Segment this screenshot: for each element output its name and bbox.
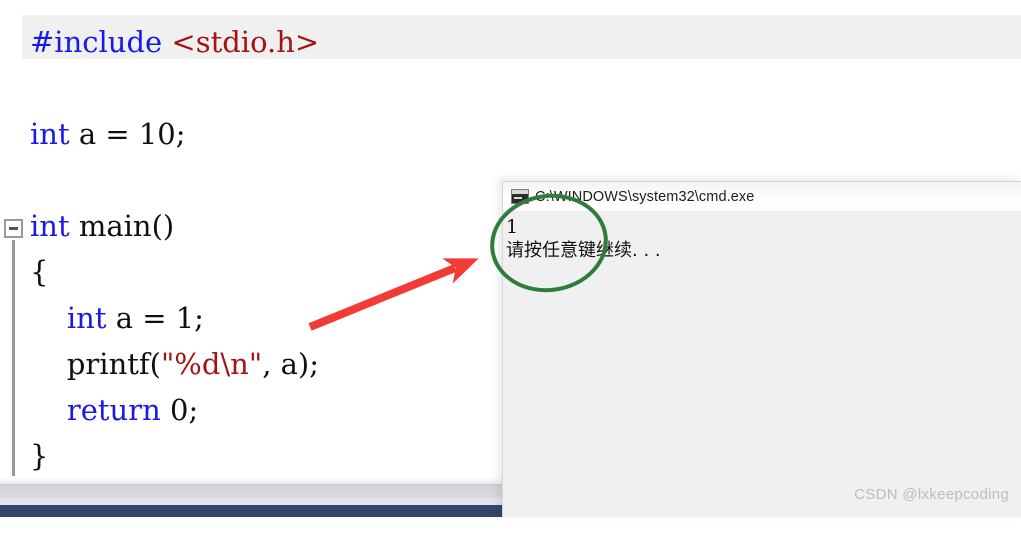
code-line-include[interactable]: #include <stdio.h> bbox=[30, 19, 319, 65]
code-token-line-local-a-0 bbox=[30, 301, 67, 335]
code-token-line-return-2: 0; bbox=[160, 393, 199, 427]
code-line-global-a[interactable]: int a = 10; bbox=[30, 111, 186, 157]
console-prompt-line: 请按任意键继续. . . bbox=[506, 240, 661, 261]
code-line-printf[interactable]: printf("%d\n", a); bbox=[30, 341, 319, 387]
code-token-line-main-1: main() bbox=[69, 209, 175, 243]
code-token-line-open-brace-0: { bbox=[30, 255, 49, 289]
code-token-line-printf-1: "%d\n" bbox=[160, 347, 263, 381]
code-token-line-global-a-1: a = 10; bbox=[69, 117, 186, 151]
code-token-line-include-1 bbox=[162, 25, 171, 59]
code-line-open-brace[interactable]: { bbox=[30, 249, 48, 295]
cmd-title-bar[interactable]: C:\WINDOWS\system32\cmd.exe bbox=[503, 182, 1021, 212]
code-token-line-include-0: #include bbox=[30, 25, 163, 59]
code-token-line-return-1: return bbox=[66, 393, 161, 427]
code-fold-toggle-icon[interactable] bbox=[4, 219, 23, 238]
code-token-line-main-0: int bbox=[30, 209, 70, 243]
cmd-window-title: C:\WINDOWS\system32\cmd.exe bbox=[535, 188, 755, 205]
code-token-line-printf-2: , a); bbox=[262, 347, 320, 381]
code-token-line-close-brace-0: } bbox=[30, 439, 49, 473]
console-output-line: 1 bbox=[506, 216, 519, 238]
code-token-line-printf-0: printf( bbox=[30, 347, 161, 381]
code-fold-guide-line bbox=[12, 240, 15, 482]
code-token-line-global-a-0: int bbox=[30, 117, 70, 151]
cmd-console-output-area[interactable]: 1 请按任意键继续. . . bbox=[503, 213, 1021, 517]
code-token-line-local-a-2: a = 1; bbox=[106, 301, 204, 335]
csdn-watermark: CSDN @lxkeepcoding bbox=[854, 486, 1009, 503]
code-token-line-include-2: <stdio.h> bbox=[171, 25, 320, 59]
code-line-local-a[interactable]: int a = 1; bbox=[30, 295, 204, 341]
cmd-console-window[interactable]: C:\WINDOWS\system32\cmd.exe 1 请按任意键继续. .… bbox=[502, 181, 1021, 517]
code-token-line-local-a-1: int bbox=[66, 301, 107, 335]
cmd-exe-icon bbox=[511, 189, 529, 204]
code-line-close-brace[interactable]: } bbox=[30, 433, 48, 479]
code-token-line-return-0 bbox=[30, 393, 67, 427]
code-line-return[interactable]: return 0; bbox=[30, 387, 198, 433]
code-line-main[interactable]: int main() bbox=[30, 203, 174, 249]
